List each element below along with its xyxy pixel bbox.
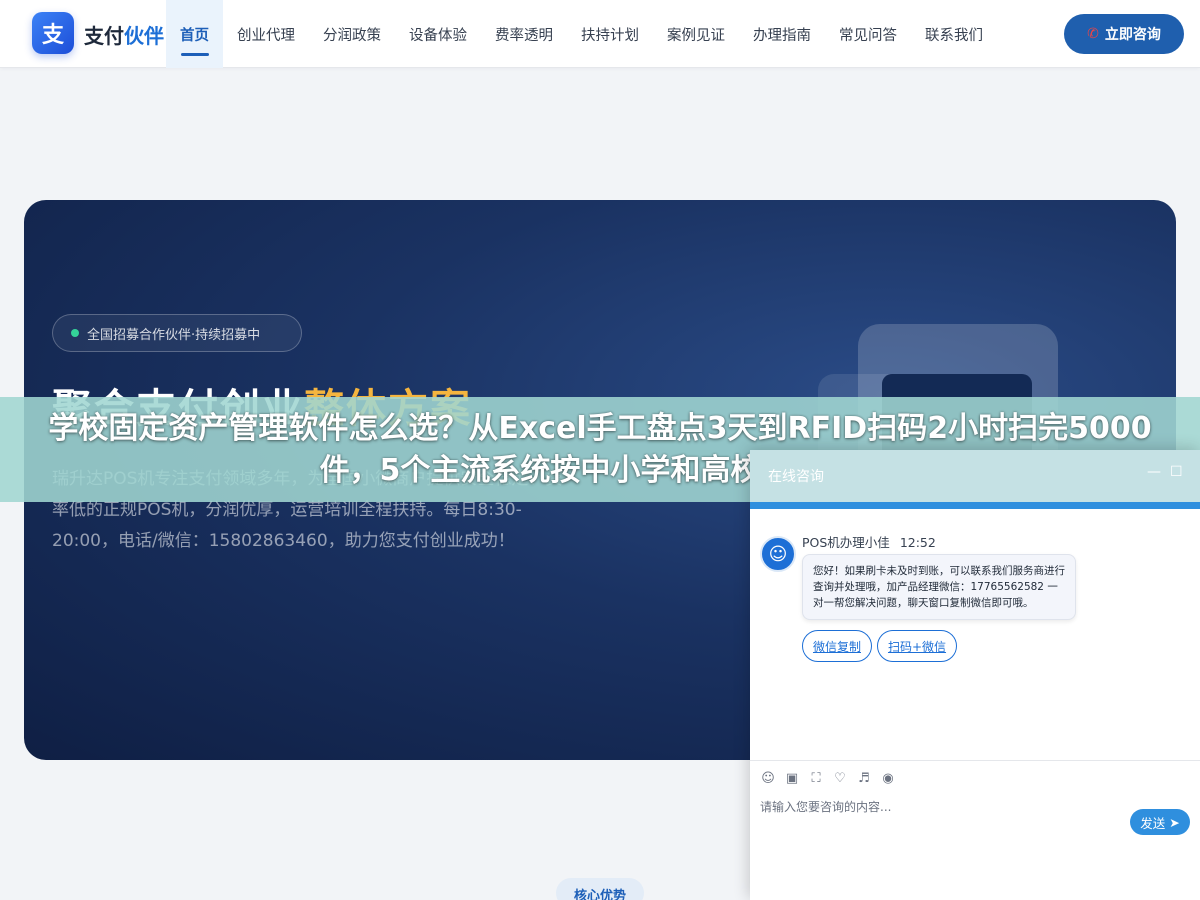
chat-title: 在线咨询	[768, 469, 824, 485]
nav-item-home[interactable]: 首页	[166, 0, 223, 68]
brand-name[interactable]: 支付伙伴	[84, 20, 164, 49]
nav-item-guide[interactable]: 办理指南	[739, 0, 825, 68]
nav-item-cases[interactable]: 案例见证	[653, 0, 739, 68]
consult-now-button[interactable]: ✆ 立即咨询	[1064, 14, 1184, 54]
chat-accent-strip	[750, 502, 1200, 509]
scan-wechat-button[interactable]: 扫码+微信	[877, 630, 957, 662]
phone-icon: ✆	[1087, 26, 1099, 42]
status-dot-icon	[71, 329, 79, 337]
nav-item-support[interactable]: 扶持计划	[567, 0, 653, 68]
chat-widget: 在线咨询 — ☐ ☺ POS机办理小佳 12:52 您好！如果刷卡未及时到账，可以…	[750, 450, 1200, 900]
recruit-badge: 全国招募合作伙伴·持续招募中	[52, 314, 302, 352]
message-meta: POS机办理小佳 12:52	[802, 532, 936, 551]
chat-toolbar: ☺ ▣ ⛶ ♡ ♬ ◉	[760, 770, 896, 786]
mute-icon[interactable]: ♬	[856, 770, 872, 786]
brand-name-part2: 伙伴	[124, 24, 164, 48]
core-advantages-label: 核心优势	[556, 878, 644, 900]
chat-divider	[750, 760, 1200, 761]
chat-message-input[interactable]	[760, 798, 1180, 848]
image-icon[interactable]: ▣	[784, 770, 800, 786]
send-arrow-icon: ➤	[1169, 814, 1180, 830]
emoji-icon[interactable]: ☺	[760, 770, 776, 786]
nav-item-rates[interactable]: 费率透明	[481, 0, 567, 68]
agent-name: POS机办理小佳	[802, 535, 890, 550]
nav-item-profit-policy[interactable]: 分润政策	[309, 0, 395, 68]
rating-icon[interactable]: ♡	[832, 770, 848, 786]
send-label: 发送	[1140, 815, 1166, 831]
maximize-icon[interactable]: ☐	[1170, 464, 1183, 480]
nav-item-faq[interactable]: 常见问答	[825, 0, 911, 68]
agent-message-bubble: 您好！如果刷卡未及时到账，可以联系我们服务商进行查询并处理哦，加产品经理微信：1…	[802, 554, 1076, 620]
recruit-badge-text: 全国招募合作伙伴·持续招募中	[87, 327, 261, 343]
send-button[interactable]: 发送 ➤	[1130, 809, 1190, 835]
copy-wechat-button[interactable]: 微信复制	[802, 630, 872, 662]
chat-bubble-icon[interactable]: ◉	[880, 770, 896, 786]
site-header: 支 支付伙伴 首页 创业代理 分润政策 设备体验 费率透明 扶持计划 案例见证 …	[0, 0, 1200, 68]
nav-item-contact[interactable]: 联系我们	[911, 0, 997, 68]
nav-item-agency[interactable]: 创业代理	[223, 0, 309, 68]
minimize-icon[interactable]: —	[1147, 464, 1161, 480]
screenshot-icon[interactable]: ⛶	[808, 770, 824, 786]
agent-avatar: ☺	[760, 536, 796, 572]
chat-header: 在线咨询 — ☐	[750, 450, 1200, 502]
main-nav: 首页 创业代理 分润政策 设备体验 费率透明 扶持计划 案例见证 办理指南 常见…	[166, 0, 997, 68]
consult-now-label: 立即咨询	[1104, 27, 1161, 43]
site-logo[interactable]: 支	[32, 12, 74, 54]
nav-item-device[interactable]: 设备体验	[395, 0, 481, 68]
brand-name-part1: 支付	[84, 24, 124, 48]
message-time: 12:52	[899, 535, 936, 550]
